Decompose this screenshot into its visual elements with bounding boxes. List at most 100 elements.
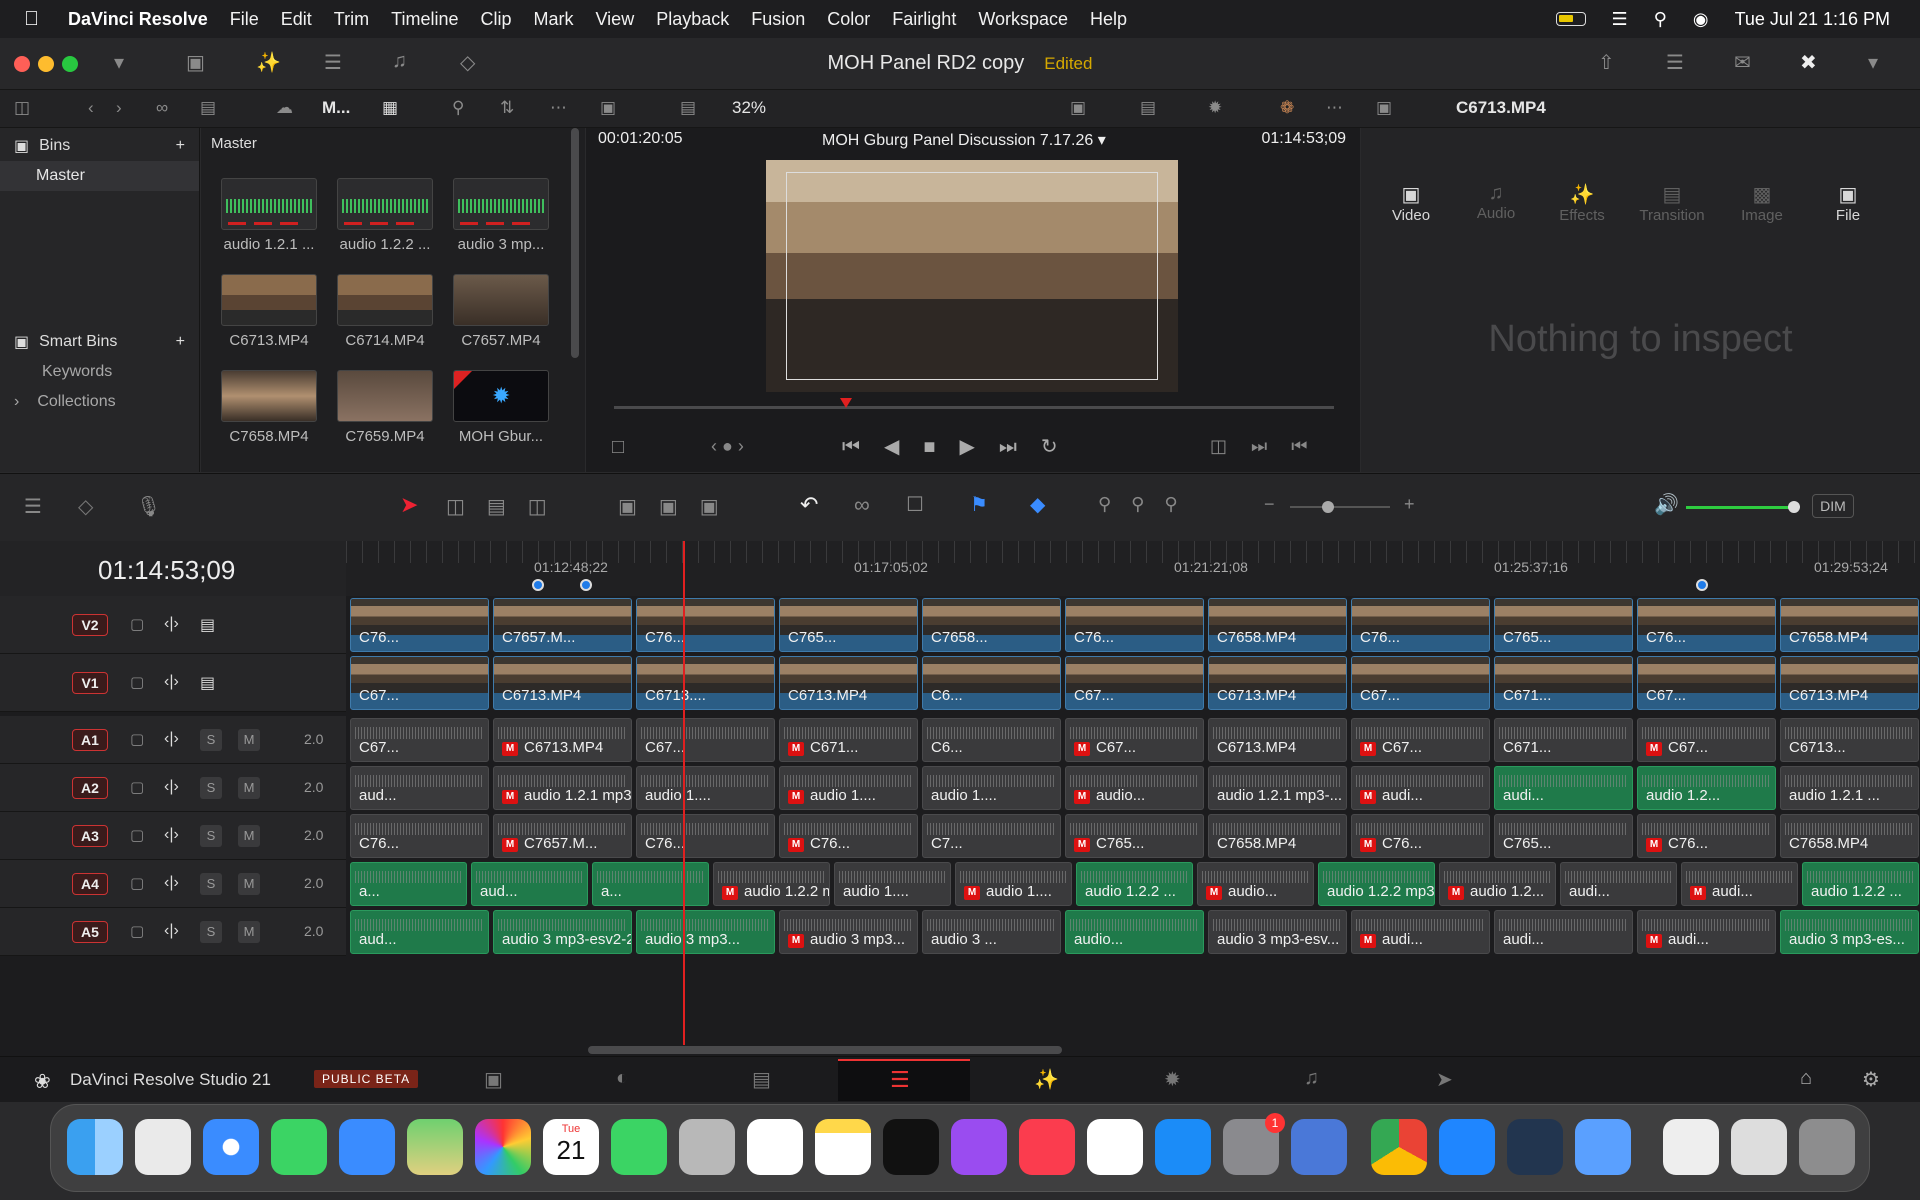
menu-mark[interactable]: Mark [534,9,574,30]
scrubber-playhead[interactable] [840,398,852,408]
timeline-clip[interactable]: C67... [636,718,775,762]
timeline-scrollbar[interactable] [588,1046,1062,1054]
apple-icon[interactable]:  [24,8,60,31]
timeline-clip[interactable]: C7657.M... [493,598,632,652]
timeline-clip[interactable]: audi... [1494,910,1633,954]
viewer-size-icon[interactable]: ▣ [1070,98,1086,118]
launchpad-icon[interactable] [135,1119,191,1175]
control-center-icon[interactable]: ◉ [1693,9,1709,30]
add-smart-bin-icon[interactable]: + [176,333,185,351]
inspector-mode-icon[interactable]: ▣ [1376,98,1392,118]
timeline-clip[interactable]: M C7657.M... [493,814,632,858]
match-frame-icons[interactable]: ◫⏭⏮ [1210,436,1331,457]
playhead[interactable] [683,541,685,1045]
apple-tv-icon[interactable] [883,1119,939,1175]
metadata-icon[interactable]: ✉ [1734,50,1751,75]
selection-tool-icon[interactable]: ➤ [400,492,418,518]
timeline-clip[interactable]: Maudio 1.... [779,766,918,810]
timeline-clip[interactable]: C67... [350,718,489,762]
timeline-clip[interactable]: aud... [471,862,588,906]
timeline-clip[interactable]: M C671... [779,718,918,762]
news-icon[interactable] [1087,1119,1143,1175]
timeline-clip[interactable]: C671... [1494,656,1633,710]
track-visibility-icon[interactable]: ▤ [200,615,215,635]
expand-icon[interactable]: ▾ [1868,50,1878,75]
forward-icon[interactable]: › [116,98,122,118]
finder-icon[interactable] [67,1119,123,1175]
linked-selection-icon[interactable]: ∞ [854,492,870,518]
back-icon[interactable]: ‹ [88,98,94,118]
media-thumb-timeline[interactable]: ✹ [453,370,549,422]
podcasts-icon[interactable] [951,1119,1007,1175]
app-menu[interactable]: DaVinci Resolve [68,9,208,30]
reminders-icon[interactable] [747,1119,803,1175]
voiceover-icon[interactable]: 🎙 [136,494,161,519]
timeline-clip[interactable]: M C76... [1351,814,1490,858]
timeline-clip[interactable]: C6... [922,718,1061,762]
timeline-clip[interactable]: C76... [1637,598,1776,652]
color-wheel-icon[interactable]: ❁ [1280,98,1294,118]
timeline-clip[interactable]: aud... [350,766,489,810]
volume-slider[interactable] [1686,501,1800,513]
timeline-clip[interactable]: audio 3 mp3-es... [1780,910,1919,954]
notes-icon[interactable] [815,1119,871,1175]
track-label[interactable]: A2 [72,777,108,799]
timeline-clip[interactable]: C6713.MP4 [1780,656,1919,710]
timeline-clip[interactable]: C6713.... [636,656,775,710]
color-page-icon[interactable]: ✹ [1164,1067,1181,1092]
davinci-resolve-icon[interactable] [1507,1119,1563,1175]
mute-button[interactable]: M [238,921,260,943]
solo-button[interactable]: S [200,825,222,847]
volume-knob[interactable] [1788,501,1800,513]
keywords-item[interactable]: Keywords [0,357,199,387]
timeline-clip[interactable]: audio 3 mp3-esv2-20... [493,910,632,954]
timeline-clip[interactable]: audio 1.2.2 ... [1076,862,1193,906]
search-media-icon[interactable]: ⚲ [452,98,464,118]
menu-help[interactable]: Help [1090,9,1127,30]
viewer-timeline-name[interactable]: MOH Gburg Panel Discussion 7.17.26 ▾ [822,130,1106,150]
mute-button[interactable]: M [238,825,260,847]
chrome-icon[interactable] [1371,1119,1427,1175]
timeline-clip[interactable]: C6713... [1780,718,1919,762]
timeline-clip[interactable]: M C765... [1065,814,1204,858]
timeline-clip[interactable]: Maudio 1.2.1 mp3-es... [493,766,632,810]
timeline-clip[interactable]: audio 1.2.1 ... [1780,766,1919,810]
timeline-clip[interactable]: C7658.MP4 [1780,814,1919,858]
add-bin-icon[interactable]: + [176,137,185,155]
hq-icon[interactable]: ▤ [1140,98,1156,118]
timeline-clip[interactable]: C67... [1637,656,1776,710]
zoom-level[interactable]: 32% [732,98,766,118]
timeline-clip[interactable]: C765... [779,598,918,652]
music-icon[interactable] [1019,1119,1075,1175]
collections-item[interactable]: › Collections [0,387,199,417]
settings-gear-icon[interactable]: ⚙ [1862,1067,1880,1092]
timeline-clip[interactable]: audio... [1065,910,1204,954]
filmstrip-icon[interactable]: ▤ [680,98,696,118]
transform-overlay-icon[interactable]: □ [612,436,624,459]
trash-icon[interactable] [1799,1119,1855,1175]
iphone-mirroring-icon[interactable] [1291,1119,1347,1175]
menu-file[interactable]: File [230,9,259,30]
track-label[interactable]: V2 [72,614,108,636]
timeline-clip[interactable]: C6713.MP4 [1208,656,1347,710]
video-frame[interactable] [766,160,1178,392]
timeline-clip[interactable]: audi... [1494,766,1633,810]
share-icon[interactable]: ⇧ [1598,50,1615,75]
viewer-mode-icon[interactable]: ▣ [600,98,616,118]
preview-icon[interactable] [1575,1119,1631,1175]
timeline-marker[interactable] [532,579,544,591]
lock-icon[interactable]: ▢ [130,778,144,796]
calendar-icon[interactable]: Tue 21 [543,1119,599,1175]
link-icon[interactable]: ∞ [156,98,168,118]
timeline-clip[interactable]: M C76... [1637,814,1776,858]
menu-color[interactable]: Color [827,9,870,30]
timeline-clip[interactable]: M C76... [779,814,918,858]
media-thumb-c7657[interactable] [453,274,549,326]
fairlight-page-icon[interactable]: ♫ [1304,1067,1319,1090]
timeline-clip[interactable]: audio 1.... [922,766,1061,810]
timeline-clip[interactable]: audio 1.... [636,766,775,810]
timeline-clip[interactable]: audio 1.2.1 mp3-... [1208,766,1347,810]
solo-button[interactable]: S [200,777,222,799]
timeline-clip[interactable]: C671... [1494,718,1633,762]
recent-document-icon[interactable] [1663,1119,1719,1175]
